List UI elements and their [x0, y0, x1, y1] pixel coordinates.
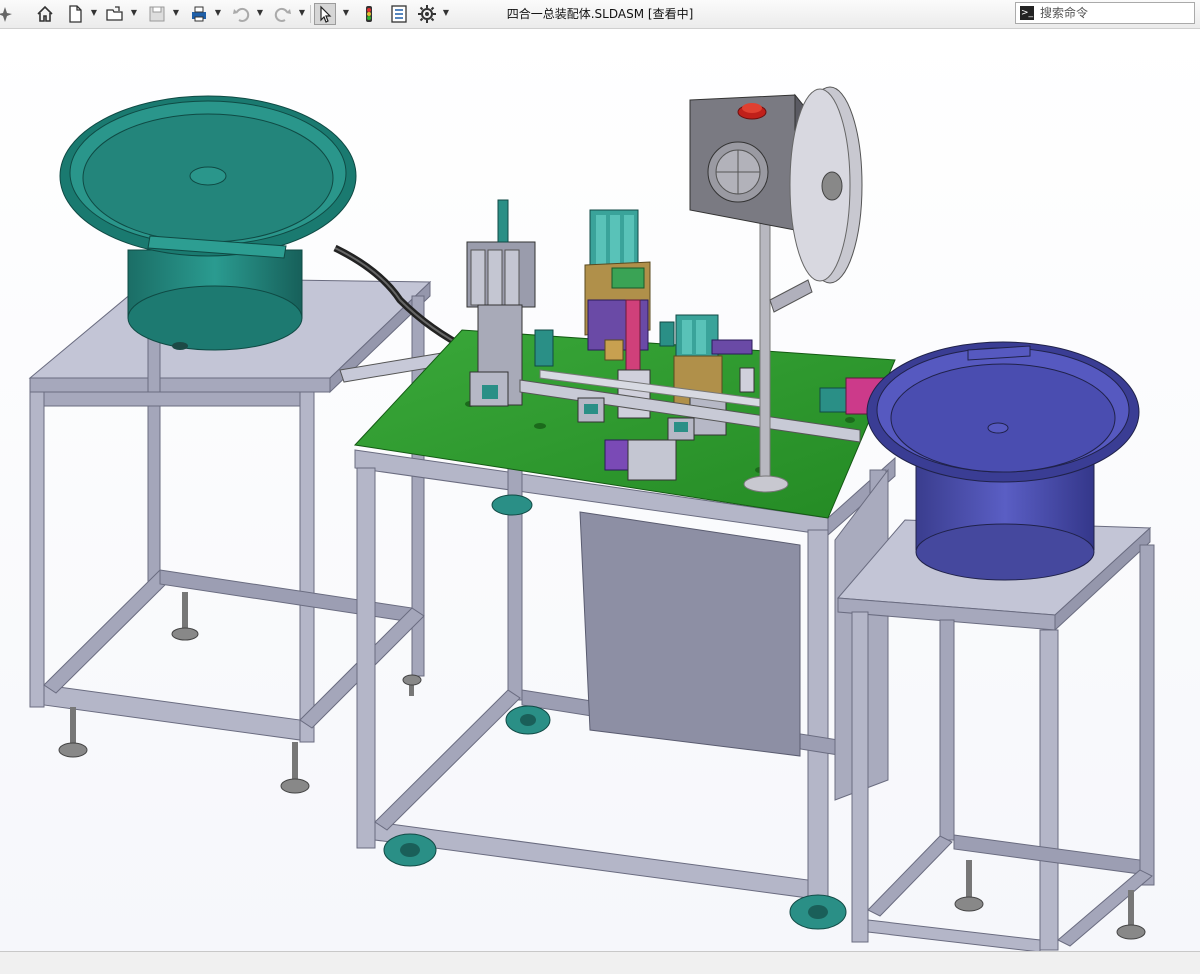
- select-pointer-icon[interactable]: [314, 3, 336, 25]
- options-dropdown-icon[interactable]: ▼: [442, 8, 450, 18]
- assembly-model[interactable]: [0, 29, 1200, 953]
- new-document-icon[interactable]: [64, 3, 86, 25]
- search-icon: >_: [1020, 6, 1034, 20]
- print-icon[interactable]: [188, 3, 210, 25]
- save-icon[interactable]: [146, 3, 168, 25]
- undo-icon[interactable]: [230, 3, 252, 25]
- command-bar: ▼ ▼ ▼ ▼ ▼ ▼ ▼ ▼ 四合一总装配体.SLDASM [查看中] >_: [0, 0, 1200, 29]
- select-dropdown-icon[interactable]: ▼: [342, 8, 350, 18]
- redo-icon[interactable]: [272, 3, 294, 25]
- toolbar-divider: [310, 5, 311, 23]
- home-icon[interactable]: [34, 3, 56, 25]
- new-document-dropdown-icon[interactable]: ▼: [90, 8, 98, 18]
- graphics-area[interactable]: [0, 29, 1200, 953]
- document-title: 四合一总装配体.SLDASM [查看中]: [506, 7, 694, 21]
- redo-dropdown-icon[interactable]: ▼: [298, 8, 306, 18]
- open-file-dropdown-icon[interactable]: ▼: [130, 8, 138, 18]
- undo-dropdown-icon[interactable]: ▼: [256, 8, 264, 18]
- pin-icon[interactable]: [0, 3, 16, 25]
- save-dropdown-icon[interactable]: ▼: [172, 8, 180, 18]
- rebuild-icon[interactable]: [358, 3, 380, 25]
- file-properties-icon[interactable]: [388, 3, 410, 25]
- status-bar: [0, 951, 1200, 974]
- search-commands[interactable]: >_: [1015, 2, 1195, 24]
- open-file-icon[interactable]: [104, 3, 126, 25]
- print-dropdown-icon[interactable]: ▼: [214, 8, 222, 18]
- search-input[interactable]: [1040, 5, 1190, 21]
- options-gear-icon[interactable]: [416, 3, 438, 25]
